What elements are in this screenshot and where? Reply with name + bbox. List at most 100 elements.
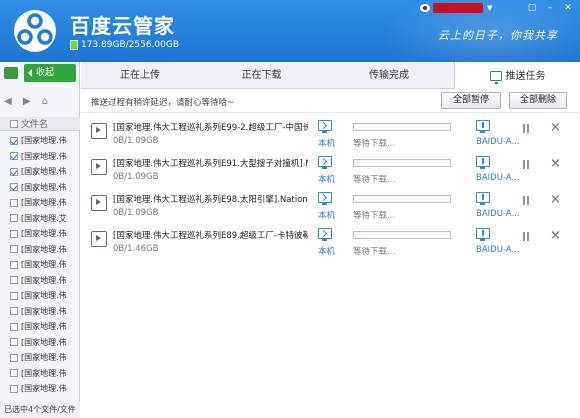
tab-uploading[interactable]: 正在上传 xyxy=(81,62,199,89)
select-all-checkbox[interactable] xyxy=(10,119,18,128)
file-checkbox[interactable] xyxy=(10,384,18,393)
video-file-icon xyxy=(91,195,107,211)
file-row[interactable]: [国家地理.伟 xyxy=(0,149,80,164)
file-row[interactable]: [国家地理.伟 xyxy=(0,304,80,319)
task-row[interactable]: [国家地理.伟大工程巡礼系列E89.超级工厂-卡特彼勒卡... 0B/1.46GB… xyxy=(81,225,580,261)
file-name: [国家地理.伟 xyxy=(21,229,67,238)
file-row[interactable]: [国家地理.伟 xyxy=(0,288,80,303)
file-row[interactable]: [国家地理.伟 xyxy=(0,319,80,334)
file-name: [国家地理.伟 xyxy=(21,384,67,393)
collapse-button[interactable]: 收起 xyxy=(24,64,76,82)
slogan: 云上的日子，你我共享 xyxy=(438,29,558,42)
video-file-icon xyxy=(91,123,107,139)
file-checkbox[interactable] xyxy=(10,260,18,269)
user-menu[interactable]: ▼ xyxy=(420,3,492,13)
pause-icon[interactable] xyxy=(522,160,530,169)
progress-bar xyxy=(353,123,451,131)
nav-arrows[interactable]: ◀ ▶ ⌂ xyxy=(4,96,52,107)
task-size: 0B/1.46GB xyxy=(113,244,159,254)
close-icon[interactable]: × xyxy=(550,157,561,171)
task-row[interactable]: [国家地理.伟大工程巡礼系列E98.太阳引擎].National.G... 0B/… xyxy=(81,189,580,225)
local-computer-icon xyxy=(318,156,332,169)
task-row[interactable]: [国家地理.伟大工程巡礼系列E91.大型搜子对撞机].Nati... 0B/1.0… xyxy=(81,153,580,189)
filename-column-header[interactable]: 文件名 xyxy=(0,117,80,131)
file-checkbox[interactable] xyxy=(10,245,18,253)
file-checkbox[interactable] xyxy=(10,229,18,238)
file-checkbox[interactable] xyxy=(10,167,18,176)
file-row[interactable]: [国家地理.伟 xyxy=(0,195,80,210)
task-status: 等待下载... xyxy=(353,211,396,221)
file-checkbox[interactable] xyxy=(10,214,18,222)
file-row[interactable]: [国家地理.伟 xyxy=(0,366,80,381)
file-checkbox[interactable] xyxy=(10,136,18,145)
tab-downloading[interactable]: 正在下载 xyxy=(199,62,324,89)
file-row[interactable]: [国家地理.伟 xyxy=(0,335,80,350)
file-checkbox[interactable] xyxy=(10,307,18,315)
file-row[interactable]: [国家地理.伟 xyxy=(0,180,80,195)
task-status: 等待下载... xyxy=(353,175,396,185)
file-name: [国家地理.伟 xyxy=(21,368,67,378)
source-location: 本机 xyxy=(318,139,336,149)
user-avatar-icon xyxy=(420,4,430,12)
file-checkbox[interactable] xyxy=(10,322,18,331)
file-checkbox[interactable] xyxy=(10,198,18,207)
upload-icon[interactable] xyxy=(4,67,18,79)
file-row[interactable]: [国家地理.伟 xyxy=(0,381,80,396)
file-checkbox[interactable] xyxy=(10,183,18,191)
pause-icon[interactable] xyxy=(522,196,530,205)
local-computer-icon xyxy=(318,120,332,133)
pause-icon[interactable] xyxy=(522,232,530,241)
file-name: [国家地理.艾 xyxy=(21,213,67,223)
task-size: 0B/1.09GB xyxy=(113,208,159,218)
file-name: [国家地理.伟 xyxy=(21,337,67,347)
task-size: 0B/1.09GB xyxy=(113,172,159,182)
quota-bar xyxy=(70,40,78,50)
source-location: 本机 xyxy=(318,211,336,221)
task-name: [国家地理.伟大工程巡礼系列E91.大型搜子对撞机].Nati... xyxy=(113,159,308,169)
file-row[interactable]: [国家地理.伟 xyxy=(0,226,80,241)
file-checkbox[interactable] xyxy=(10,291,18,300)
file-checkbox[interactable] xyxy=(10,338,18,346)
file-name: [国家地理.伟 xyxy=(21,167,67,176)
file-row[interactable]: [国家地理.艾 xyxy=(0,211,80,226)
file-row[interactable]: [国家地理.伟 xyxy=(0,242,80,257)
file-row[interactable]: [国家地理.伟 xyxy=(0,164,80,179)
file-row[interactable]: [国家地理.伟 xyxy=(0,257,80,272)
task-name: [国家地理.伟大工程巡礼系列E99-2.超级工厂-中国长城... xyxy=(113,123,308,133)
file-row[interactable]: [国家地理.伟 xyxy=(0,273,80,288)
file-checkbox[interactable] xyxy=(10,369,18,377)
file-name: [国家地理.伟 xyxy=(21,353,67,362)
local-computer-icon xyxy=(318,228,332,241)
progress-bar xyxy=(353,159,451,167)
file-checkbox[interactable] xyxy=(10,353,18,362)
close-icon[interactable]: × xyxy=(550,229,561,243)
selection-status: 已选中4个文件/文件 xyxy=(0,402,80,418)
file-row[interactable]: [国家地理.伟 xyxy=(0,133,80,148)
task-row[interactable]: [国家地理.伟大工程巡礼系列E99-2.超级工厂-中国长城... 0B/1.09G… xyxy=(81,117,580,153)
minimize-button[interactable]: – xyxy=(542,2,558,14)
file-name: [国家地理.伟 xyxy=(21,306,67,316)
push-delay-notice: 推送过程有稍许延迟，请耐心等待哈~ xyxy=(91,98,235,108)
file-row[interactable]: [国家地理.伟 xyxy=(0,350,80,365)
baidu-cloud-logo-icon xyxy=(14,10,56,52)
file-checkbox[interactable] xyxy=(10,276,18,284)
tab-completed[interactable]: 传输完成 xyxy=(324,62,454,89)
file-checkbox[interactable] xyxy=(10,152,18,160)
task-status: 等待下载... xyxy=(353,139,396,149)
tab-push-tasks[interactable]: 推送任务 xyxy=(454,62,580,90)
close-icon[interactable]: × xyxy=(550,121,561,135)
destination-device: BAIDU-A... xyxy=(476,173,520,183)
skin-button[interactable]: ▢ xyxy=(524,2,540,14)
delete-all-button[interactable]: 全部删除 xyxy=(509,92,567,109)
file-name: [国家地理.伟 xyxy=(21,151,67,161)
close-icon[interactable]: × xyxy=(550,193,561,207)
file-name: [国家地理.伟 xyxy=(21,322,67,331)
pause-icon[interactable] xyxy=(522,124,530,133)
app-title: 百度云管家 xyxy=(70,14,175,38)
pause-all-button[interactable]: 全部暂停 xyxy=(441,92,501,109)
close-button[interactable]: ✕ xyxy=(560,2,576,14)
file-list-panel: 收起 ◀ ▶ ⌂ 文件名 [国家地理.伟 [国家地理.伟 [国家地理.伟 [国家地理.… xyxy=(0,62,80,418)
source-location: 本机 xyxy=(318,175,336,185)
transfer-panel: 正在上传 正在下载 传输完成 推送任务 推送过程有稍许延迟，请耐心等待哈~ 全部… xyxy=(81,62,580,418)
file-name: [国家地理.伟 xyxy=(21,198,67,207)
